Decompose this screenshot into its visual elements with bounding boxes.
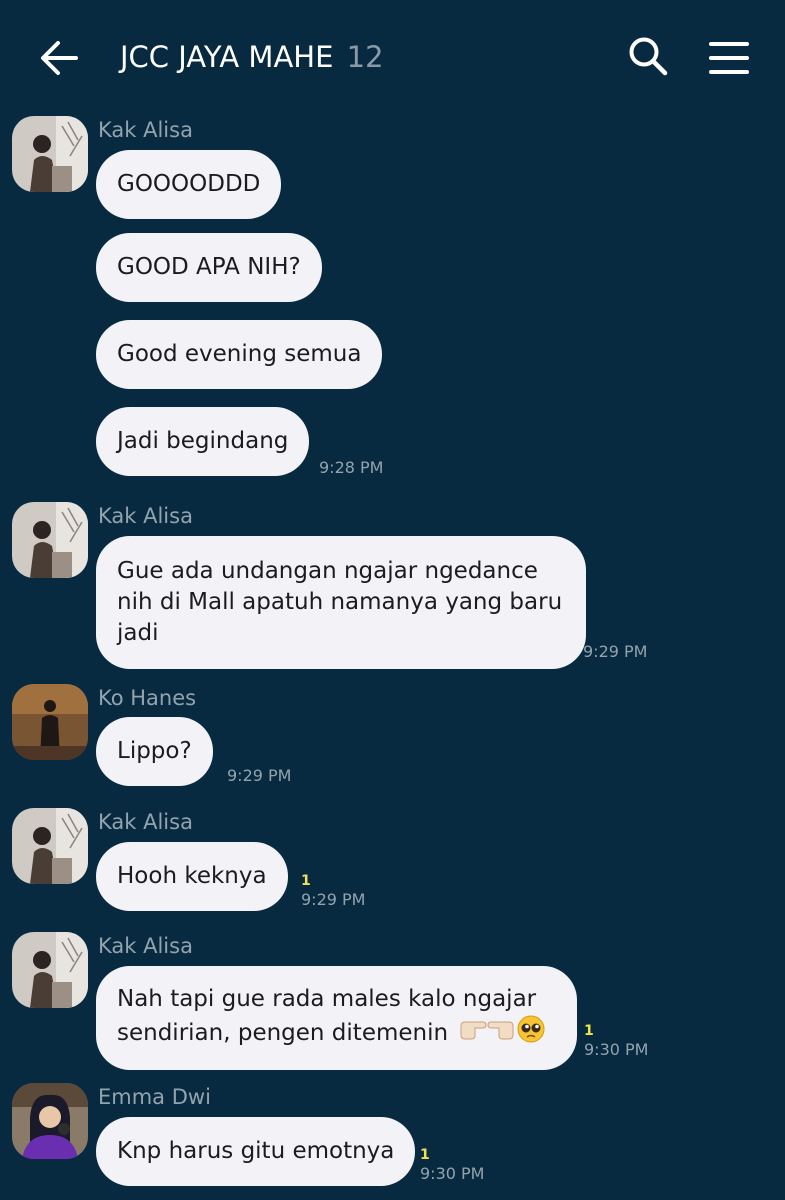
pointing-right-emoji-icon — [459, 1018, 487, 1049]
avatar-ko-hanes[interactable] — [12, 684, 88, 760]
message-text: Good evening semua — [96, 320, 383, 389]
avatar-kak-alisa[interactable] — [12, 932, 88, 1008]
message-meta: 1 9:29 PM — [301, 872, 365, 910]
timestamp: 9:29 PM — [301, 890, 366, 909]
message-bubble[interactable]: Knp harus gitu emotnya — [96, 1117, 416, 1186]
sender-name: Kak Alisa — [98, 118, 193, 142]
search-icon[interactable] — [626, 34, 672, 80]
message-bubble[interactable]: Gue ada undangan ngajar ngedance nih di … — [96, 536, 587, 669]
message-meta: 9:29 PM — [227, 766, 291, 786]
message-text: Jadi begindang — [96, 407, 310, 476]
message-text: Lippo? — [96, 717, 213, 786]
message-text: Knp harus gitu emotnya — [96, 1117, 416, 1186]
read-count: 1 — [301, 873, 311, 889]
sender-name: Emma Dwi — [98, 1085, 211, 1109]
message-text: Hooh keknya — [96, 842, 288, 911]
member-count: 12 — [346, 40, 384, 74]
message-text: GOOD APA NIH? — [96, 233, 322, 302]
hamburger-menu-icon[interactable] — [706, 36, 752, 80]
message-bubble[interactable]: Hooh keknya — [96, 842, 288, 911]
avatar-kak-alisa[interactable] — [12, 116, 88, 192]
sender-name: Kak Alisa — [98, 504, 193, 528]
chat-header: JCC JAYA MAHE 12 — [0, 0, 785, 112]
message-bubble[interactable]: GOOOODDD — [96, 150, 282, 219]
message-line: sendirian, pengen ditemenin — [117, 1020, 449, 1046]
message-meta: 1 9:30 PM — [584, 1022, 648, 1060]
message-text: Gue ada undangan ngajar ngedance nih di … — [96, 536, 587, 669]
message-text: Nah tapi gue rada males kalo ngajar send… — [96, 966, 578, 1070]
read-count: 1 — [420, 1147, 430, 1163]
avatar-kak-alisa[interactable] — [12, 502, 88, 578]
sender-name: Kak Alisa — [98, 810, 193, 834]
group-name: JCC JAYA MAHE — [120, 40, 334, 74]
message-bubble[interactable]: Lippo? — [96, 717, 213, 786]
pleading-face-emoji-icon — [517, 1015, 545, 1052]
sender-name: Kak Alisa — [98, 934, 193, 958]
chat-title[interactable]: JCC JAYA MAHE 12 — [120, 38, 384, 76]
avatar-kak-alisa[interactable] — [12, 808, 88, 884]
message-text: GOOOODDD — [96, 150, 282, 219]
back-arrow-icon[interactable] — [36, 36, 80, 80]
message-meta: 1 9:30 PM — [420, 1146, 484, 1184]
message-bubble[interactable]: GOOD APA NIH? — [96, 233, 322, 302]
read-count: 1 — [584, 1023, 594, 1039]
pointing-left-emoji-icon — [487, 1018, 515, 1049]
message-bubble[interactable]: Good evening semua — [96, 320, 383, 389]
timestamp: 9:30 PM — [420, 1164, 485, 1183]
timestamp: 9:28 PM — [319, 458, 384, 477]
message-meta: 9:29 PM — [583, 642, 647, 662]
message-bubble[interactable]: Nah tapi gue rada males kalo ngajar send… — [96, 966, 578, 1070]
message-line: Nah tapi gue rada males kalo ngajar — [117, 986, 537, 1012]
avatar-emma-dwi[interactable] — [12, 1083, 88, 1159]
timestamp: 9:29 PM — [227, 766, 292, 785]
timestamp: 9:29 PM — [583, 642, 648, 661]
sender-name: Ko Hanes — [98, 686, 197, 710]
message-meta: 9:28 PM — [319, 458, 383, 478]
message-bubble[interactable]: Jadi begindang — [96, 407, 310, 476]
timestamp: 9:30 PM — [584, 1040, 649, 1059]
